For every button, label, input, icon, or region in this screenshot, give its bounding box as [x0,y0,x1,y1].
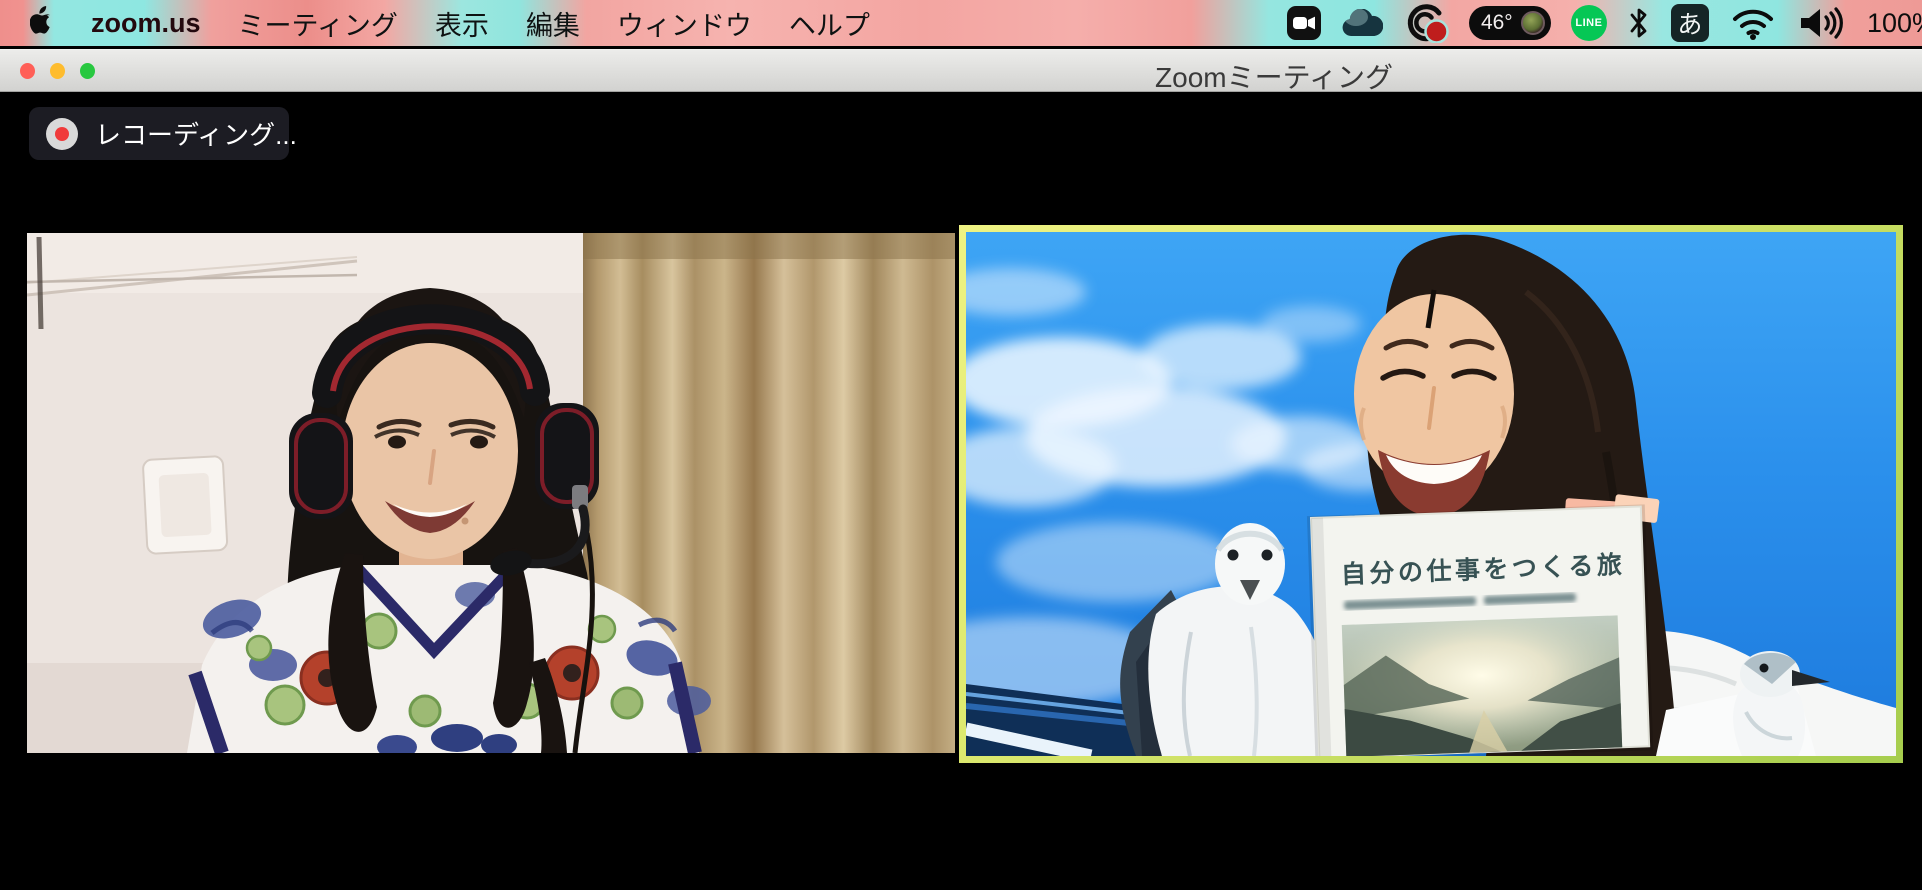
battery-percentage[interactable]: 100% [1867,8,1922,39]
participant-video-left[interactable] [27,233,955,753]
menu-bar-left: zoom.us ミーティング 表示 編集 ウィンドウ ヘルプ [0,4,870,43]
line-app-icon[interactable]: LINE [1571,5,1607,41]
menu-item-view[interactable]: 表示 [435,4,489,43]
face [342,343,518,559]
camera-status-icon[interactable] [1287,6,1321,40]
temperature-dial-icon [1521,11,1545,35]
left-video-scene [27,233,955,753]
minimize-window-button[interactable] [50,63,65,79]
menu-bar-status-area: 46° LINE あ [1287,3,1922,43]
wifi-icon[interactable] [1729,5,1777,41]
apple-menu[interactable] [30,6,54,41]
volume-icon[interactable] [1797,5,1847,41]
temperature-widget[interactable]: 46° [1469,6,1551,40]
window-title-bar: Zoomミーティング [0,49,1922,92]
cloud-sync-icon[interactable] [1341,9,1383,37]
recording-label: レコーディング... [95,115,297,152]
close-window-button[interactable] [20,63,35,79]
input-source-icon[interactable]: あ [1671,4,1709,42]
bluetooth-icon[interactable] [1627,5,1651,41]
book: 自分の仕事をつくる旅 [1307,504,1653,756]
screen-record-status-icon[interactable] [1403,3,1449,43]
light-switch [143,456,228,554]
participant-video-right[interactable]: 自分の仕事をつくる旅 [966,232,1896,756]
temperature-value: 46° [1481,11,1513,35]
recording-indicator[interactable]: レコーディング... [29,107,289,160]
right-video-scene: 自分の仕事をつくる旅 [966,232,1896,756]
record-icon [46,118,78,150]
active-speaker-border: 自分の仕事をつくる旅 [959,225,1903,763]
window-title: Zoomミーティング [1155,56,1393,96]
menu-item-window[interactable]: ウィンドウ [617,4,752,43]
menu-item-help[interactable]: ヘルプ [789,4,870,43]
apple-logo-icon [30,6,54,34]
book-cover-photo [1342,615,1622,756]
menu-bar: zoom.us ミーティング 表示 編集 ウィンドウ ヘルプ [0,0,1922,46]
menu-item-meeting[interactable]: ミーティング [238,4,398,43]
menu-app-name[interactable]: zoom.us [91,8,201,39]
menu-item-edit[interactable]: 編集 [526,4,580,43]
fullscreen-window-button[interactable] [80,63,95,79]
